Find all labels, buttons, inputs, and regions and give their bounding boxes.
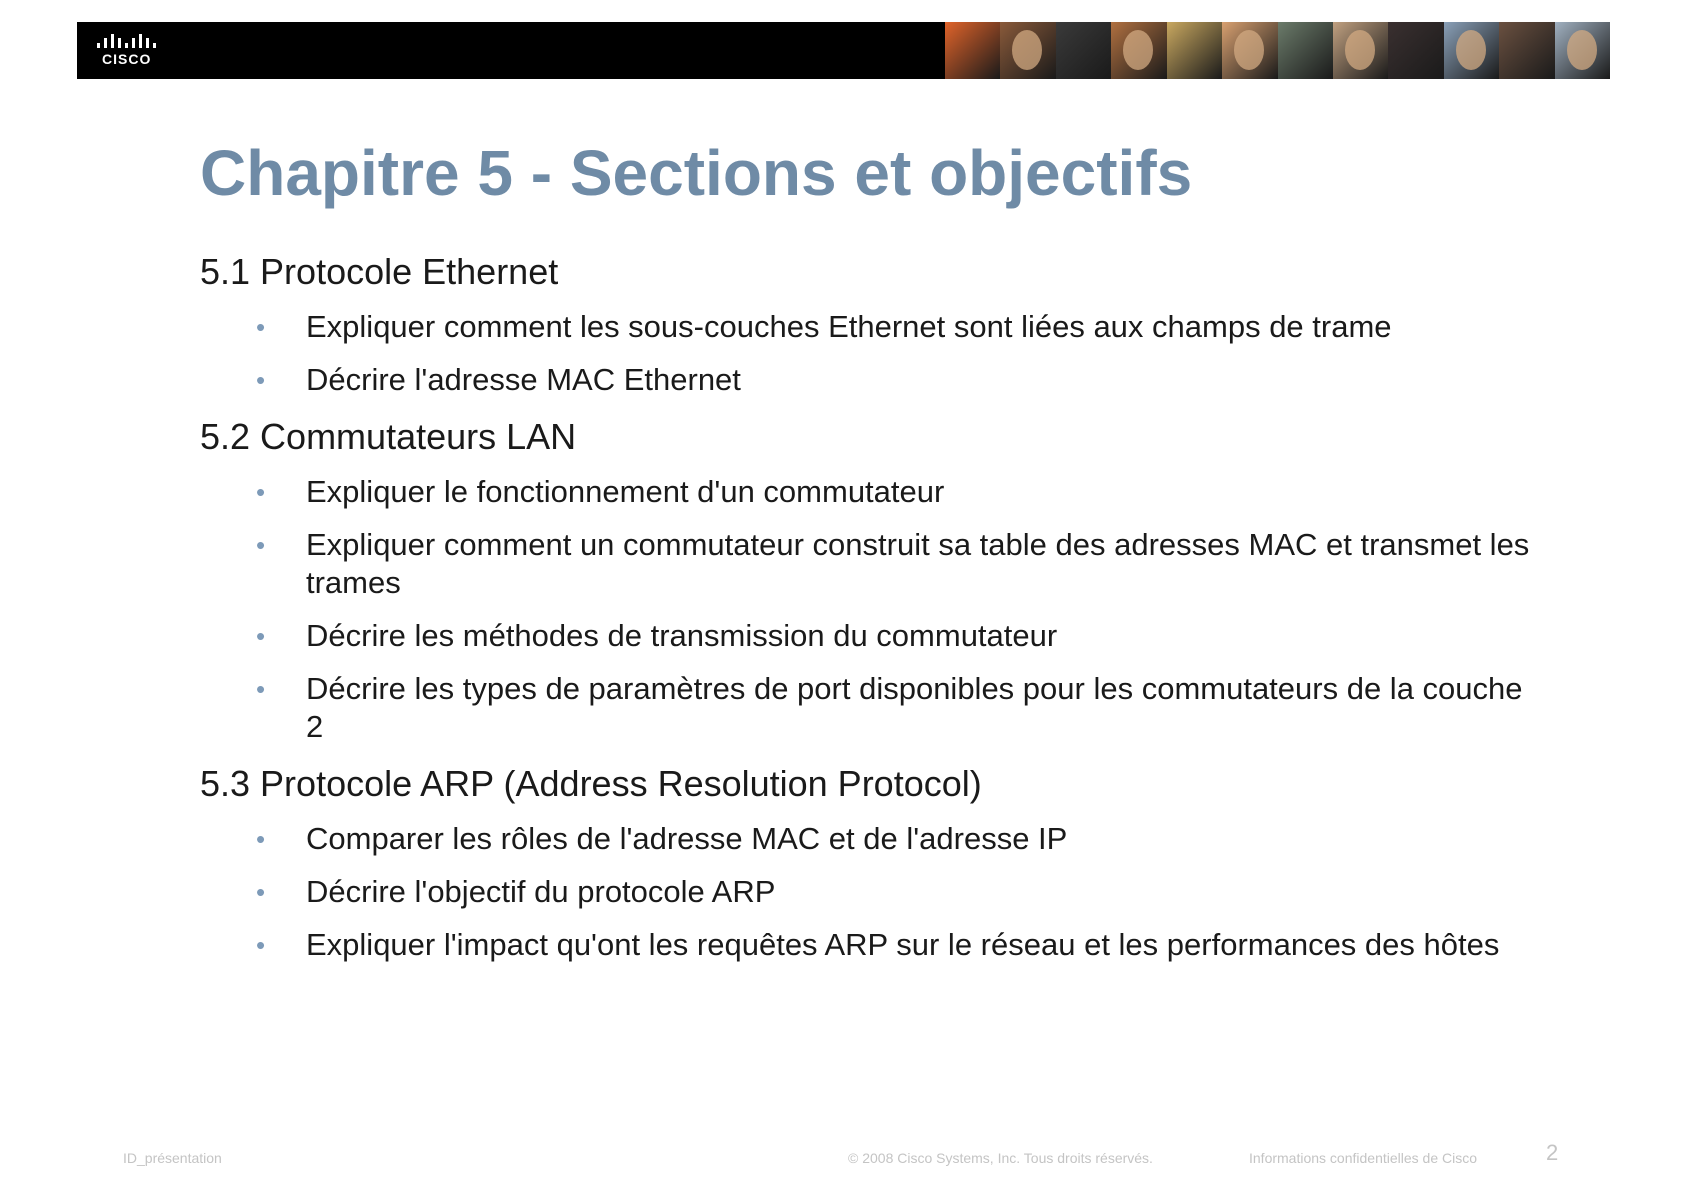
header-photo bbox=[1388, 22, 1444, 79]
footer-confidential: Informations confidentielles de Cisco bbox=[1249, 1150, 1478, 1166]
page-number: 2 bbox=[1546, 1140, 1559, 1165]
header-photo bbox=[1222, 22, 1278, 79]
bullet-item: • Comparer les rôles de l'adresse MAC et … bbox=[200, 820, 1546, 858]
bullet-icon: • bbox=[256, 312, 266, 342]
bullet-text: Comparer les rôles de l'adresse MAC et d… bbox=[306, 821, 1068, 856]
bullet-icon: • bbox=[256, 824, 266, 854]
section-heading: 5.2 Commutateurs LAN bbox=[200, 416, 577, 457]
section-heading: 5.3 Protocole ARP (Address Resolution Pr… bbox=[200, 763, 982, 804]
bullet-text: Décrire l'objectif du protocole ARP bbox=[306, 874, 776, 909]
cisco-logo-text: CISCO bbox=[102, 51, 152, 67]
bullet-text: Expliquer l'impact qu'ont les requêtes A… bbox=[306, 927, 1500, 962]
bullet-text: Décrire l'adresse MAC Ethernet bbox=[306, 362, 741, 397]
header-photo bbox=[945, 22, 1001, 79]
section-heading: 5.1 Protocole Ethernet bbox=[200, 251, 559, 292]
slide-title: Chapitre 5 - Sections et objectifs bbox=[200, 137, 1193, 209]
header-photo bbox=[1055, 22, 1112, 79]
bullet-icon: • bbox=[256, 621, 266, 651]
bullet-list: • Expliquer le fonctionnement d'un commut… bbox=[200, 473, 1540, 746]
cisco-bridge-icon bbox=[97, 34, 156, 48]
bullet-item: • Décrire les méthodes de transmission du… bbox=[200, 617, 1546, 655]
bullet-text: Expliquer comment un commutateur constru… bbox=[306, 527, 1530, 600]
footer-copyright: © 2008 Cisco Systems, Inc. Tous droits r… bbox=[848, 1150, 1153, 1166]
bullet-icon: • bbox=[256, 877, 266, 907]
bullet-item: • Décrire les types de paramètres de port… bbox=[200, 670, 1546, 746]
header-photo bbox=[1277, 22, 1333, 79]
bullet-icon: • bbox=[256, 477, 266, 507]
header-photo bbox=[1499, 22, 1555, 79]
header-photo bbox=[1443, 22, 1500, 79]
bullet-text: Décrire les types de paramètres de port … bbox=[306, 671, 1523, 744]
bullet-list: • Comparer les rôles de l'adresse MAC et … bbox=[200, 820, 1540, 964]
bullet-text: Expliquer comment les sous-couches Ether… bbox=[306, 309, 1392, 344]
bullet-list: • Expliquer comment les sous-couches Ethe… bbox=[200, 308, 1540, 399]
header-photo bbox=[1554, 22, 1610, 79]
header-photo bbox=[1111, 22, 1167, 79]
bullet-icon: • bbox=[256, 930, 266, 960]
bullet-item: • Expliquer comment un commutateur constr… bbox=[200, 526, 1546, 602]
footer-presentation-id: ID_présentation bbox=[123, 1150, 222, 1166]
cisco-logo: CISCO bbox=[97, 34, 167, 68]
bullet-icon: • bbox=[256, 365, 266, 395]
header-photo-strip bbox=[945, 22, 1610, 79]
bullet-text: Expliquer le fonctionnement d'un commuta… bbox=[306, 474, 945, 509]
bullet-item: • Expliquer comment les sous-couches Ethe… bbox=[200, 308, 1546, 346]
header-band: CISCO bbox=[77, 22, 1610, 79]
bullet-item: • Expliquer l'impact qu'ont les requêtes … bbox=[200, 926, 1546, 964]
section: 5.1 Protocole Ethernet • Expliquer comment… bbox=[200, 250, 1540, 399]
section: 5.2 Commutateurs LAN • Expliquer le foncti… bbox=[200, 415, 1540, 746]
bullet-icon: • bbox=[256, 530, 266, 560]
header-photo bbox=[1000, 22, 1056, 79]
bullet-text: Décrire les méthodes de transmission du … bbox=[306, 618, 1058, 653]
header-photo bbox=[1166, 22, 1223, 79]
slide-content: 5.1 Protocole Ethernet • Expliquer comment… bbox=[200, 250, 1540, 980]
bullet-item: • Expliquer le fonctionnement d'un commut… bbox=[200, 473, 1546, 511]
bullet-item: • Décrire l'objectif du protocole ARP bbox=[200, 873, 1546, 911]
section: 5.3 Protocole ARP (Address Resolution Pr… bbox=[200, 762, 1540, 964]
bullet-icon: • bbox=[256, 674, 266, 704]
header-photo bbox=[1332, 22, 1389, 79]
bullet-item: • Décrire l'adresse MAC Ethernet bbox=[200, 361, 1546, 399]
slide: CISCO Chapitre 5 - Sections et objectifs… bbox=[0, 0, 1683, 1190]
